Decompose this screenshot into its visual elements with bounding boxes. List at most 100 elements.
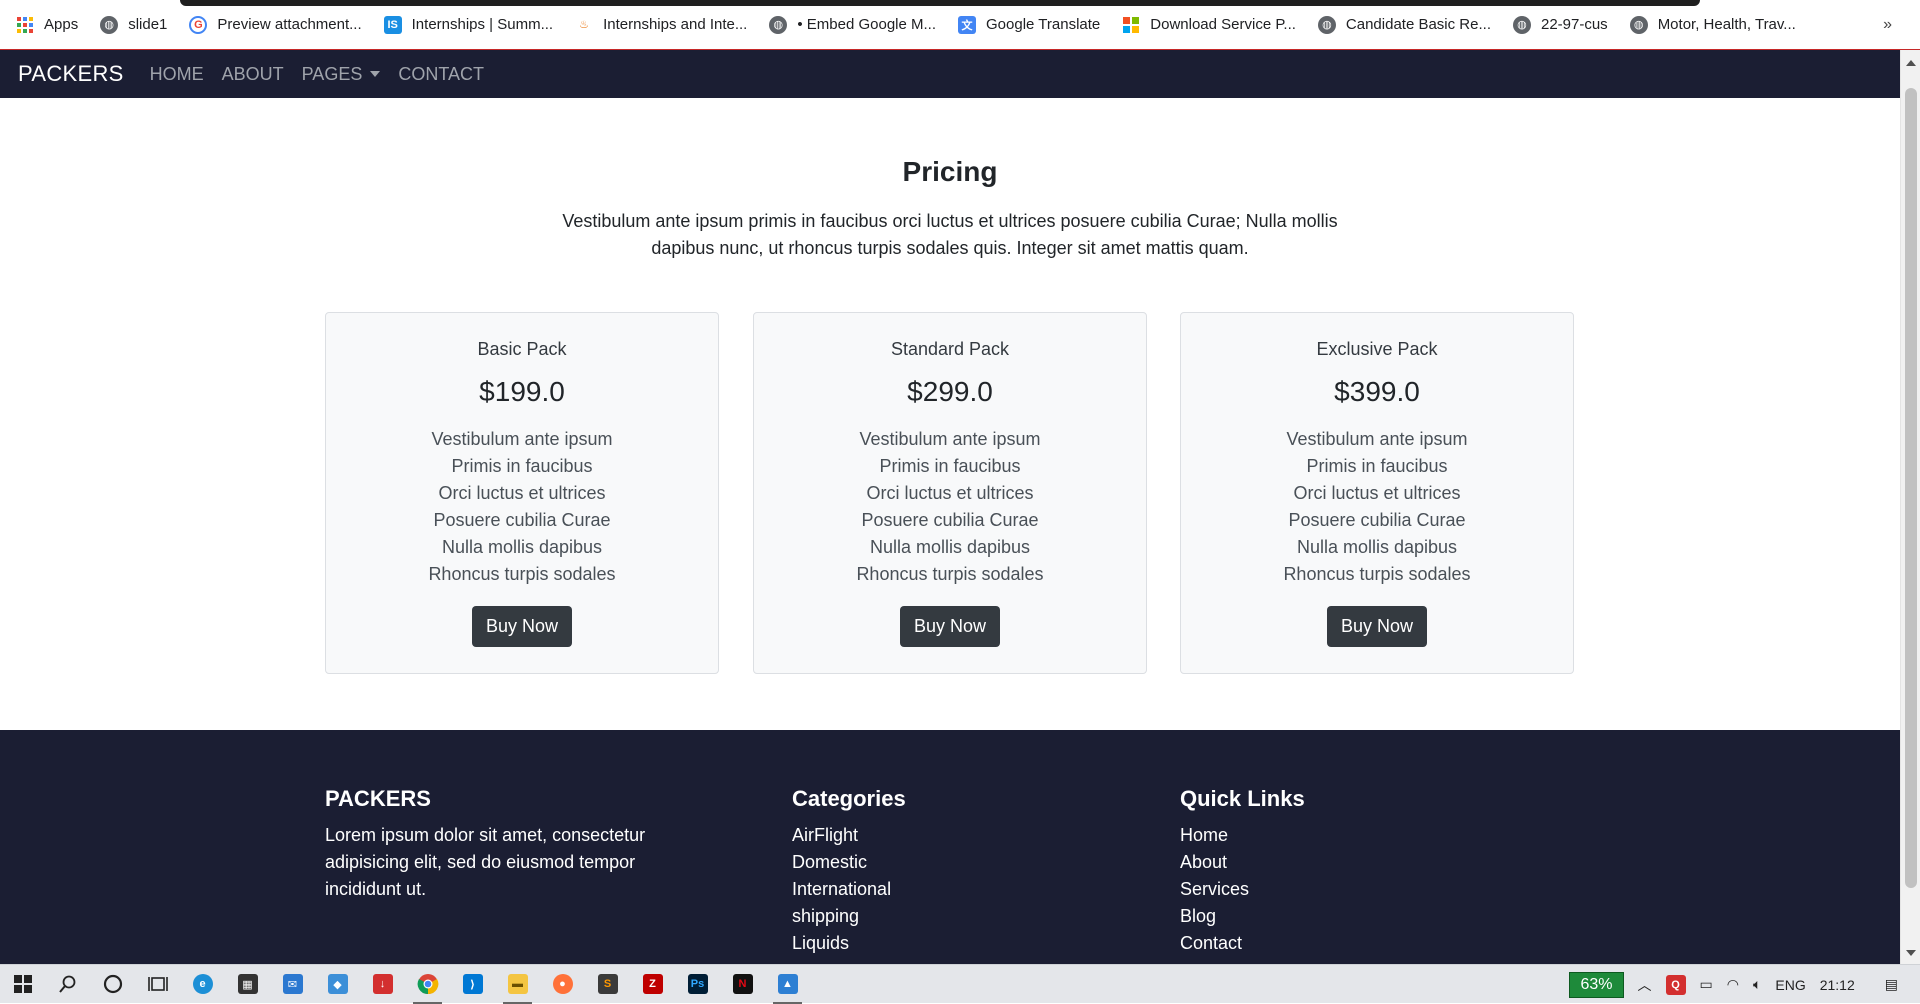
globe-icon: ◍ [1512, 15, 1531, 34]
bookmark-embed-google-maps[interactable]: ◍ • Embed Google M... [769, 15, 937, 34]
footer-quick-link[interactable]: Services [1180, 876, 1305, 903]
footer-quick-link[interactable]: Blog [1180, 903, 1305, 930]
feature-item: Nulla mollis dapibus [869, 537, 1031, 557]
bookmark-label: slide1 [128, 16, 168, 33]
battery-icon[interactable]: ▭ [1700, 976, 1713, 993]
pricing-card-standard: Standard Pack $299.0 Vestibulum ante ips… [753, 312, 1147, 674]
pack-price: $299.0 [907, 376, 993, 407]
bookmark-label: Preview attachment... [217, 16, 362, 33]
feature-list: Vestibulum ante ipsum Primis in faucibus… [754, 426, 1146, 588]
feature-item: Posuere cubilia Curae [1288, 510, 1466, 530]
feature-item: Posuere cubilia Curae [433, 510, 611, 530]
bookmark-google-translate[interactable]: 文 Google Translate [958, 15, 1100, 34]
page-scrollbar[interactable] [1900, 50, 1920, 964]
bookmark-label: Internships | Summ... [411, 16, 554, 33]
photos-app-icon[interactable]: ▲ [765, 965, 810, 1004]
cortana-icon[interactable] [90, 965, 135, 1004]
nav-home[interactable]: HOME [150, 64, 204, 85]
translate-icon: 文 [958, 15, 977, 34]
bookmark-internships-and-inte[interactable]: ♨ Internships and Inte... [575, 16, 747, 34]
feature-item: Nulla mollis dapibus [1296, 537, 1458, 557]
chrome-icon[interactable] [405, 965, 450, 1004]
bookmark-internships-summer[interactable]: IS Internships | Summ... [383, 15, 554, 34]
globe-icon: ◍ [769, 15, 788, 34]
feature-item: Primis in faucibus [879, 456, 1021, 476]
pricing-section: Pricing Vestibulum ante ipsum primis in … [0, 98, 1900, 730]
nav-contact[interactable]: CONTACT [398, 64, 484, 85]
footer-category-link[interactable]: AirFlight [792, 822, 906, 849]
firefox-icon[interactable]: ● [540, 965, 585, 1004]
bookmark-download-service[interactable]: Download Service P... [1122, 16, 1296, 34]
bookmark-candidate-basic[interactable]: ◍ Candidate Basic Re... [1317, 15, 1491, 34]
footer-quick-links-title: Quick Links [1180, 786, 1305, 811]
bookmark-preview-attachment[interactable]: G Preview attachment... [189, 15, 362, 34]
windows-taskbar: e ▦ ✉ ◆ ↓ ⟩ ▬ ● S Z Ps N ▲ 63% ︿ Q ▭ ◠ 🔈… [0, 964, 1920, 1004]
feature-list: Vestibulum ante ipsum Primis in faucibus… [326, 426, 718, 588]
brand-logo[interactable]: PACKERS [18, 61, 124, 87]
microsoft-icon [1122, 16, 1140, 34]
netflix-icon[interactable]: N [720, 965, 765, 1004]
pricing-card-basic: Basic Pack $199.0 Vestibulum ante ipsum … [325, 312, 719, 674]
fire-icon: ♨ [579, 19, 590, 31]
bookmark-slide1[interactable]: ◍ slide1 [100, 15, 168, 34]
notifications-icon[interactable]: ▤ [1885, 976, 1898, 993]
search-icon[interactable] [45, 965, 90, 1004]
footer-category-link[interactable]: International [792, 876, 906, 903]
feature-item: Primis in faucibus [451, 456, 593, 476]
bookmark-apps[interactable]: Apps [16, 16, 78, 34]
pricing-description: Vestibulum ante ipsum primis in faucibus… [562, 211, 1338, 258]
footer-category-link[interactable]: Liquids [792, 930, 906, 957]
volume-icon[interactable]: 🔈︎ [1753, 976, 1761, 993]
footer-category-link[interactable]: shipping [792, 903, 906, 930]
site-navbar: PACKERS HOME ABOUT PAGES CONTACT [0, 50, 1900, 98]
sublime-text-icon[interactable]: S [585, 965, 630, 1004]
show-hidden-icons-icon[interactable]: ︿ [1638, 975, 1652, 995]
nav-about[interactable]: ABOUT [222, 64, 284, 85]
clock-time[interactable]: 21:12 [1820, 977, 1855, 993]
downloader-icon[interactable]: ↓ [360, 965, 405, 1004]
feature-item: Nulla mollis dapibus [441, 537, 603, 557]
more-bookmarks-icon[interactable]: » [1883, 16, 1892, 34]
mail-icon[interactable]: ✉ [270, 965, 315, 1004]
scroll-down-arrow-icon[interactable] [1906, 950, 1916, 956]
windows-start-icon[interactable] [0, 965, 45, 1004]
bookmarks-bar: Apps ◍ slide1 G Preview attachment... IS… [0, 0, 1920, 50]
photos-icon[interactable]: ◆ [315, 965, 360, 1004]
footer-quick-link[interactable]: About [1180, 849, 1305, 876]
footer-about: PACKERS Lorem ipsum dolor sit amet, cons… [325, 786, 665, 903]
footer-quick-link[interactable]: Home [1180, 822, 1305, 849]
edge-browser-icon[interactable]: e [180, 965, 225, 1004]
file-explorer-icon[interactable]: ▬ [495, 965, 540, 1004]
bookmark-label: • Embed Google M... [797, 16, 937, 33]
vscode-icon[interactable]: ⟩ [450, 965, 495, 1004]
footer-quick-link[interactable]: Contact [1180, 930, 1305, 957]
buy-now-button[interactable]: Buy Now [471, 606, 573, 647]
scrollbar-thumb[interactable] [1905, 88, 1917, 888]
filezilla-icon[interactable]: Z [630, 965, 675, 1004]
battery-percentage[interactable]: 63% [1569, 971, 1624, 998]
tab-strip-edge [180, 0, 1700, 6]
photoshop-icon[interactable]: Ps [675, 965, 720, 1004]
quickheal-icon[interactable]: Q [1665, 974, 1686, 995]
pack-price: $199.0 [479, 376, 565, 407]
footer-category-link[interactable]: Domestic [792, 849, 906, 876]
buy-now-button[interactable]: Buy Now [1326, 606, 1428, 647]
buy-now-button[interactable]: Buy Now [899, 606, 1001, 647]
task-view-icon[interactable] [135, 965, 180, 1004]
feature-item: Posuere cubilia Curae [861, 510, 1039, 530]
pack-name: Exclusive Pack [1316, 339, 1438, 359]
feature-item: Orci luctus et ultrices [866, 483, 1034, 503]
bookmark-label: Candidate Basic Re... [1345, 16, 1491, 33]
scroll-up-arrow-icon[interactable] [1906, 60, 1916, 66]
wifi-icon[interactable]: ◠ [1727, 976, 1739, 993]
google-icon: G [189, 15, 208, 34]
language-indicator[interactable]: ENG [1775, 977, 1805, 993]
feature-item: Rhoncus turpis sodales [1283, 564, 1471, 584]
bookmark-label: 22-97-cus [1540, 16, 1608, 33]
bookmark-22-97-cus[interactable]: ◍ 22-97-cus [1512, 15, 1608, 34]
bookmark-motor-health[interactable]: ◍ Motor, Health, Trav... [1629, 15, 1796, 34]
globe-icon: ◍ [1317, 15, 1336, 34]
nav-pages-dropdown[interactable]: PAGES [302, 64, 381, 85]
store-icon[interactable]: ▦ [225, 965, 270, 1004]
feature-item: Rhoncus turpis sodales [428, 564, 616, 584]
